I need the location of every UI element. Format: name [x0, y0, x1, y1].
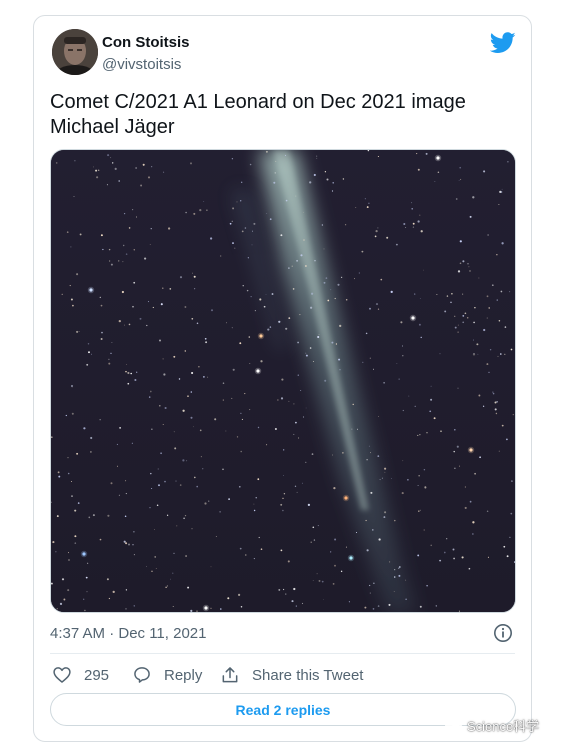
author-name[interactable]: Con Stoitsis [102, 34, 190, 51]
like-button[interactable]: 295 [52, 663, 109, 687]
reply-label: Reply [164, 666, 203, 684]
comment-icon [134, 667, 150, 683]
tweet-timestamp[interactable]: 4:37 AM · Dec 11, 2021 [50, 625, 206, 642]
watermark: Science科学 [444, 716, 539, 735]
tweet-image[interactable] [50, 149, 516, 613]
like-count: 295 [84, 666, 110, 684]
heart-icon [53, 667, 71, 683]
author-handle[interactable]: @vivstoitsis [102, 56, 181, 73]
share-button[interactable]: Share this Tweet [220, 663, 363, 687]
avatar-photo [52, 29, 98, 75]
avatar[interactable] [52, 29, 98, 75]
comet-photo [51, 150, 515, 612]
share-icon [222, 667, 238, 683]
wechat-icon [445, 719, 463, 733]
tweet-actions: 295 Reply Share this Tweet [50, 663, 520, 687]
divider [50, 653, 515, 654]
watermark-text: Science科学 [467, 719, 540, 734]
tweet-card: Con Stoitsis @vivstoitsis Comet C/2021 A… [33, 15, 532, 742]
tweet-text: Comet C/2021 A1 Leonard on Dec 2021 imag… [50, 91, 466, 138]
info-icon[interactable] [493, 623, 513, 643]
twitter-bird-icon[interactable] [490, 32, 516, 54]
reply-button[interactable]: Reply [132, 663, 202, 687]
share-label: Share this Tweet [252, 666, 364, 684]
